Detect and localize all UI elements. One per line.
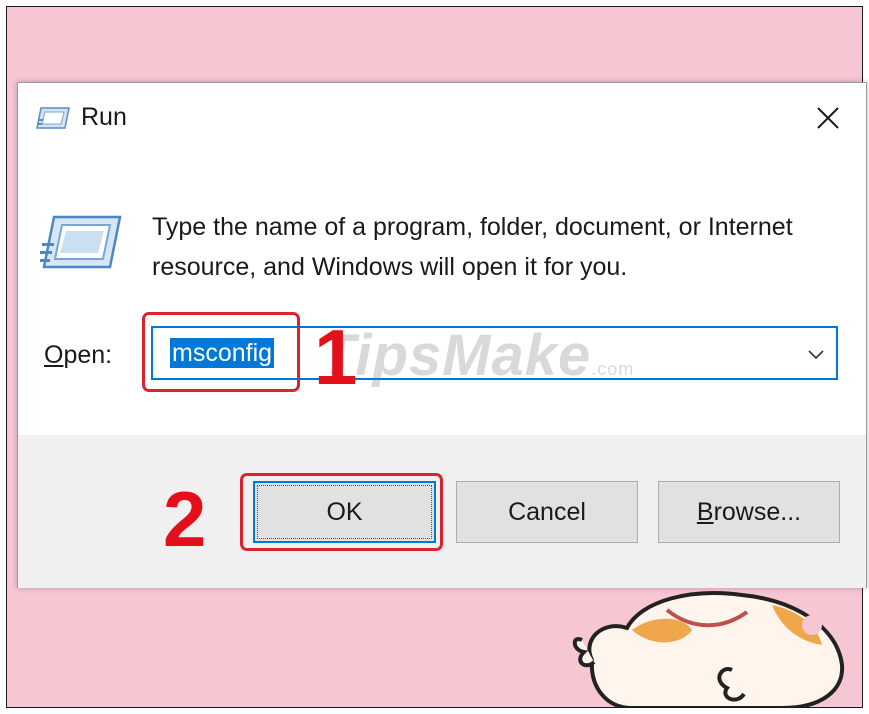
chevron-down-icon[interactable] (806, 344, 826, 364)
browse-label: rowse... (713, 497, 802, 526)
dialog-title: Run (81, 103, 127, 131)
watermark: TipsMake.com (320, 322, 634, 389)
open-label: Open: (44, 341, 112, 370)
open-label-accelerator: O (44, 341, 64, 369)
watermark-suffix: .com (591, 359, 635, 379)
run-icon (36, 107, 70, 129)
title-bar[interactable]: Run (18, 83, 866, 153)
close-icon (817, 107, 839, 129)
browse-accelerator: B (696, 497, 714, 526)
browse-button[interactable]: Browse... (658, 481, 840, 543)
step2-callout: 2 (163, 475, 207, 563)
close-button[interactable] (790, 83, 866, 153)
cancel-button[interactable]: Cancel (456, 481, 638, 543)
run-icon (40, 215, 122, 269)
ok-button[interactable]: OK (253, 481, 436, 543)
watermark-text: TipsMake (320, 323, 592, 388)
open-input-value[interactable]: msconfig (170, 338, 275, 368)
step1-callout: 1 (314, 313, 358, 401)
dialog-description: Type the name of a program, folder, docu… (152, 213, 793, 281)
wallpaper-cat-illustration (572, 591, 845, 707)
open-label-text: pen: (63, 341, 113, 369)
